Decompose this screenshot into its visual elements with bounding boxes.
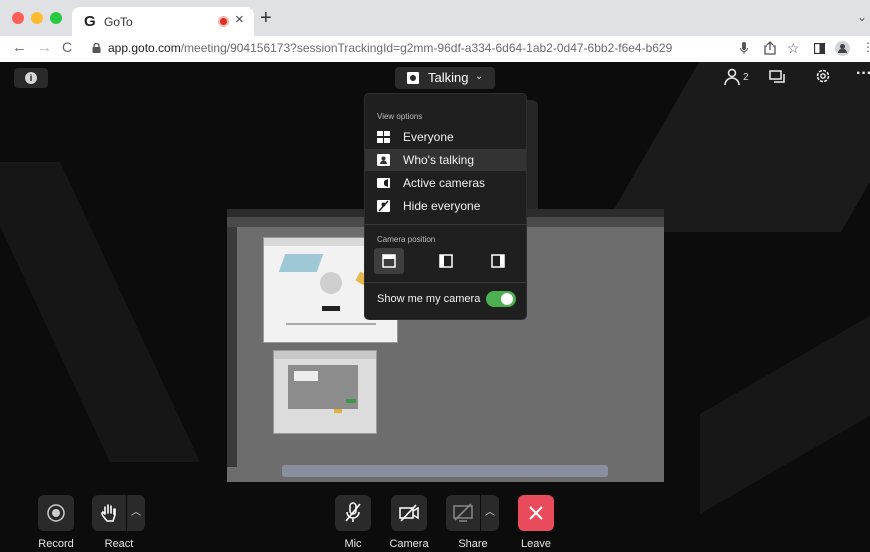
share-page-icon[interactable] (764, 41, 776, 55)
browser-toolbar: ← → C app.goto.com/meeting/904156173?ses… (0, 36, 870, 62)
react-options-chevron-icon[interactable]: ︿ (127, 495, 145, 531)
menu-divider (365, 224, 526, 225)
view-mode-label: Talking (428, 70, 469, 85)
record-button[interactable] (38, 495, 74, 531)
menu-divider (365, 282, 526, 283)
camera-position-left-button[interactable] (431, 248, 461, 274)
profile-avatar-icon[interactable] (835, 41, 850, 56)
react-label: React (104, 538, 134, 550)
share-label: Share (458, 538, 488, 550)
bookmark-star-icon[interactable]: ☆ (787, 40, 800, 57)
layout-top-icon (382, 254, 396, 268)
raise-hand-icon (101, 504, 116, 522)
shared-document-window (273, 350, 377, 434)
view-options-menu: View options Everyone Who's talking Acti… (364, 93, 527, 320)
close-icon (529, 506, 543, 520)
view-option-hide-everyone[interactable]: Hide everyone (365, 195, 526, 217)
view-option-label: Active cameras (403, 176, 486, 190)
leave-button[interactable] (518, 495, 554, 531)
record-icon (47, 504, 65, 522)
browser-tab-bar: G GoTo × + ⌄ (0, 0, 870, 36)
participant-count: 2 (743, 72, 749, 83)
record-label: Record (38, 538, 74, 550)
screen-share-off-icon (453, 503, 473, 522)
share-button[interactable] (446, 495, 480, 531)
meeting-info-button[interactable]: i (14, 68, 48, 88)
view-option-label: Everyone (403, 130, 454, 144)
react-button[interactable] (92, 495, 126, 531)
view-option-whos-talking[interactable]: Who's talking (365, 149, 526, 171)
lock-icon (92, 43, 101, 53)
tab-title: GoTo (104, 15, 133, 29)
share-options-chevron-icon[interactable]: ︿ (481, 495, 499, 531)
layout-right-icon (491, 254, 505, 268)
speaker-view-icon (377, 154, 390, 166)
camera-position-heading: Camera position (377, 235, 436, 244)
microphone-in-use-icon[interactable] (740, 42, 748, 55)
view-mode-button[interactable]: Talking ⌄ (395, 67, 495, 89)
info-icon: i (25, 72, 37, 84)
back-button[interactable]: ← (12, 39, 27, 56)
show-camera-toggle[interactable] (486, 291, 516, 307)
mic-muted-icon (345, 502, 361, 522)
speaker-view-icon (407, 72, 419, 84)
shared-dock (282, 465, 608, 477)
hide-participants-icon (377, 200, 390, 212)
background-shape (0, 162, 200, 462)
url-host: app.goto.com (108, 41, 181, 55)
camera-label: Camera (389, 538, 429, 550)
meeting-stage: i Talking ⌄ 2 ··· (0, 62, 870, 552)
tab-close-button[interactable]: × (235, 11, 244, 28)
camera-position-top-button[interactable] (374, 248, 404, 274)
minimize-window-button[interactable] (31, 12, 43, 24)
close-window-button[interactable] (12, 12, 24, 24)
camera-position-right-button[interactable] (483, 248, 513, 274)
video-camera-icon (377, 178, 390, 188)
view-option-everyone[interactable]: Everyone (365, 126, 526, 148)
background-shape (600, 62, 870, 232)
show-camera-label: Show me my camera (377, 293, 481, 305)
maximize-window-button[interactable] (50, 12, 62, 24)
forward-button[interactable]: → (37, 39, 52, 56)
camera-off-icon (399, 504, 419, 522)
settings-gear-icon[interactable] (815, 68, 831, 84)
view-option-label: Who's talking (403, 153, 474, 167)
shared-tools-panel (227, 227, 237, 467)
toggle-knob (501, 293, 513, 305)
more-options-icon[interactable]: ··· (856, 65, 870, 83)
url-path: /meeting/904156173?sessionTrackingId=g2m… (180, 41, 673, 55)
mic-button[interactable] (335, 495, 371, 531)
chevron-down-icon: ⌄ (475, 71, 484, 82)
leave-label: Leave (521, 538, 551, 550)
reload-button[interactable]: C (62, 39, 72, 55)
chat-icon[interactable] (769, 70, 785, 84)
address-bar[interactable]: app.goto.com/meeting/904156173?sessionTr… (108, 41, 672, 55)
grid-view-icon (377, 131, 390, 143)
tab-search-button[interactable]: ⌄ (857, 10, 867, 24)
browser-tab[interactable]: G GoTo × (72, 7, 254, 36)
view-option-label: Hide everyone (403, 199, 481, 213)
camera-button[interactable] (391, 495, 427, 531)
new-tab-button[interactable]: + (260, 7, 272, 30)
layout-left-icon (439, 254, 453, 268)
browser-menu-icon[interactable]: ⋮ (862, 40, 870, 54)
goto-favicon-icon: G (84, 13, 96, 30)
side-panel-icon[interactable] (814, 43, 825, 54)
participants-icon[interactable] (724, 68, 740, 86)
view-option-active-cameras[interactable]: Active cameras (365, 172, 526, 194)
mic-label: Mic (344, 538, 362, 550)
view-options-heading: View options (377, 112, 423, 121)
background-shape (700, 310, 870, 514)
recording-indicator-icon (218, 16, 229, 27)
